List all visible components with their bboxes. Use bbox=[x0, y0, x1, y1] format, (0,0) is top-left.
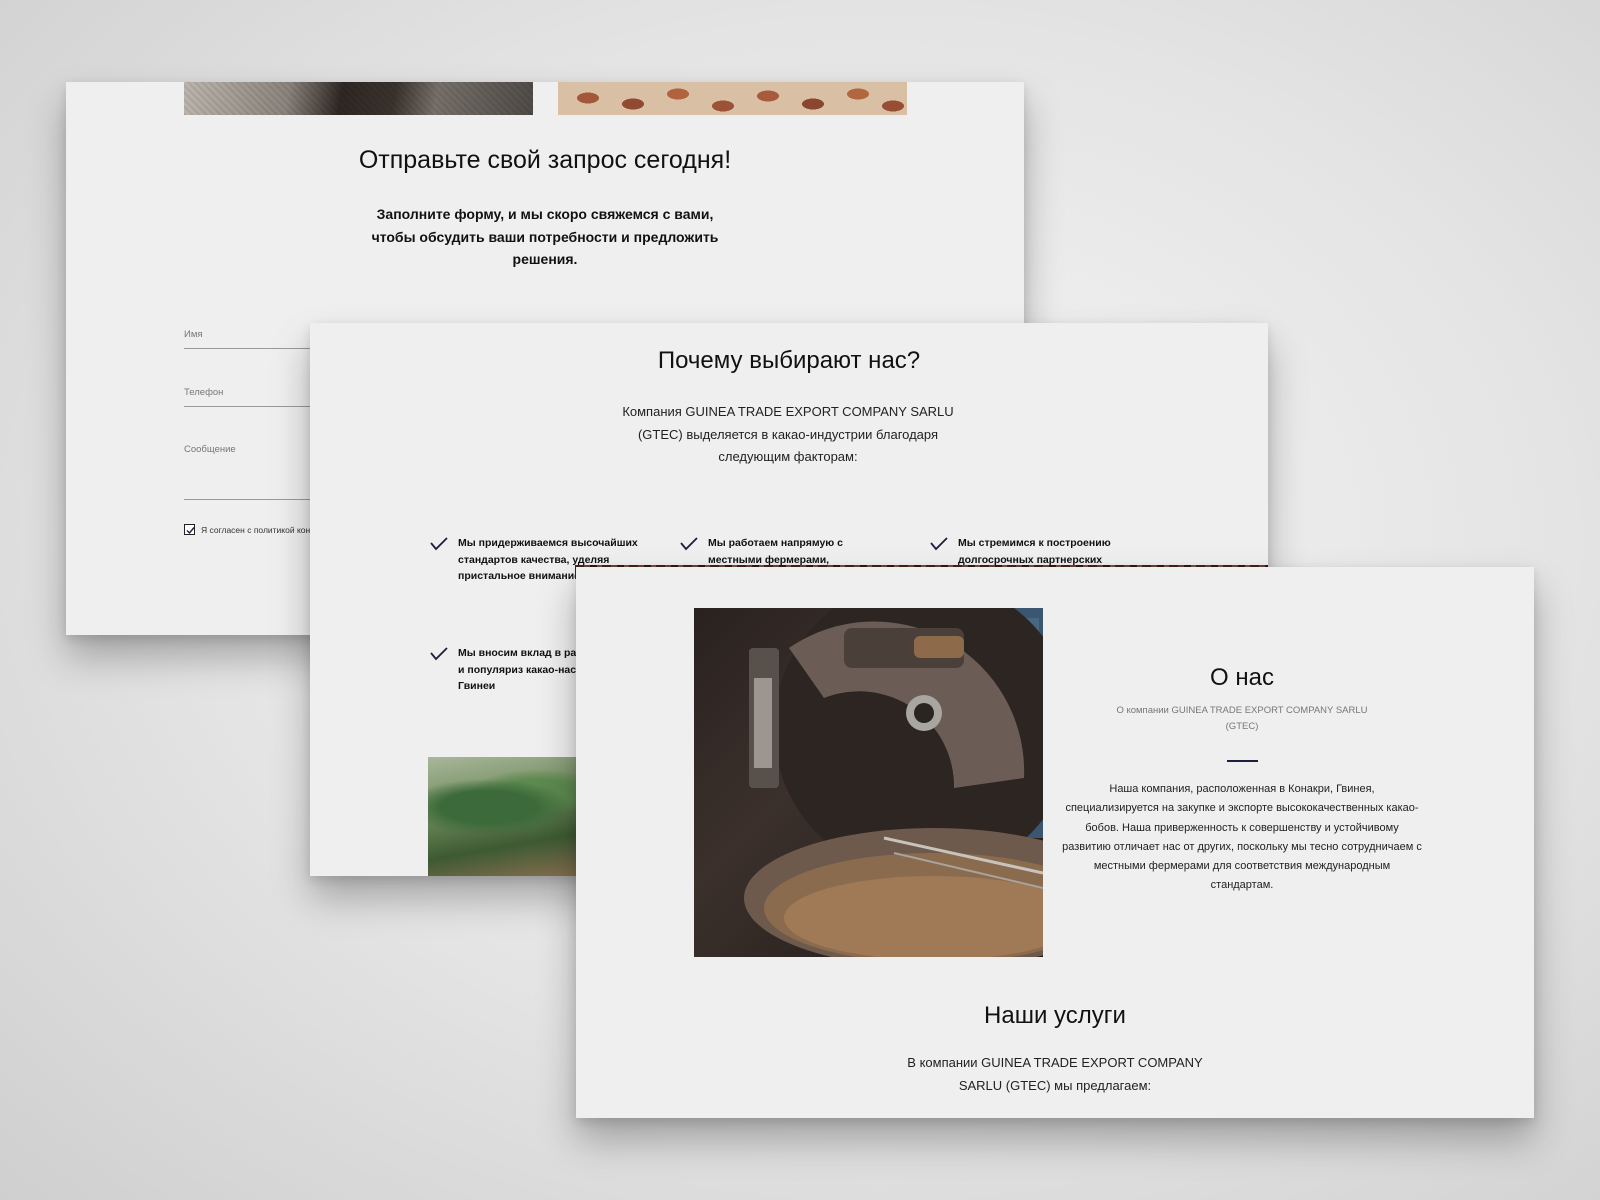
why-us-title: Почему выбирают нас? bbox=[657, 347, 921, 374]
name-field-label: Имя bbox=[184, 329, 203, 340]
services-title: Наши услуги bbox=[984, 1002, 1126, 1029]
check-icon bbox=[430, 535, 448, 585]
check-icon bbox=[930, 535, 948, 568]
cocoa-beans-image bbox=[558, 82, 907, 115]
consent-checkbox[interactable] bbox=[184, 524, 195, 535]
cocoa-leaf-image bbox=[428, 757, 588, 876]
checkmark-icon bbox=[186, 527, 195, 535]
check-icon bbox=[430, 645, 448, 695]
phone-field-label: Телефон bbox=[184, 387, 224, 398]
feature-item: Мы стремимся к построению долгосрочных п… bbox=[930, 535, 1143, 568]
consent-label: Я согласен с политикой кон bbox=[201, 524, 311, 535]
form-subtitle: Заполните форму, и мы скоро свяжемся с в… bbox=[371, 206, 719, 267]
about-text: Наша компания, расположенная в Конакри, … bbox=[1062, 783, 1422, 892]
about-title: О нас bbox=[1210, 664, 1274, 691]
form-title: Отправьте свой запрос сегодня! bbox=[358, 146, 732, 174]
message-field-label: Сообщение bbox=[184, 444, 236, 455]
coffee-roaster-image bbox=[694, 608, 1043, 957]
about-subtitle: О компании GUINEA TRADE EXPORT COMPANY S… bbox=[1116, 705, 1368, 732]
product-image bbox=[184, 82, 533, 115]
why-us-description: Компания GUINEA TRADE EXPORT COMPANY SAR… bbox=[622, 404, 954, 464]
title-divider bbox=[1227, 760, 1258, 762]
services-description: В компании GUINEA TRADE EXPORT COMPANY S… bbox=[907, 1055, 1203, 1093]
feature-text: Мы стремимся к построению долгосрочных п… bbox=[958, 537, 1111, 566]
consent-row[interactable]: Я согласен с политикой кон bbox=[184, 524, 310, 535]
about-section: О нас О компании GUINEA TRADE EXPORT COM… bbox=[576, 567, 1534, 1118]
